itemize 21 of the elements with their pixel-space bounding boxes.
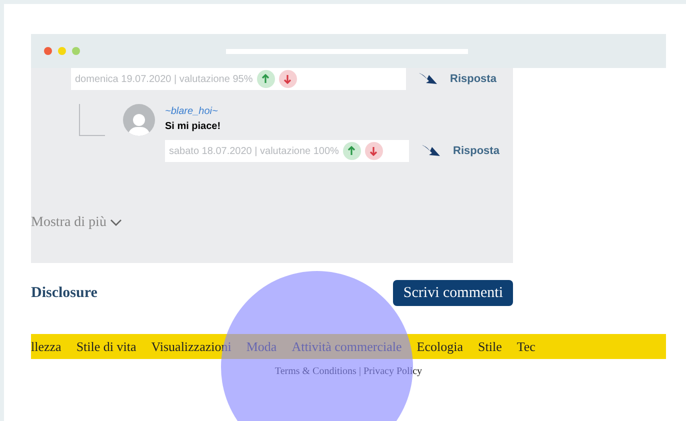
reply-arrow-icon[interactable]	[421, 144, 441, 158]
upvote-icon[interactable]	[342, 142, 361, 160]
write-comment-button[interactable]: Scrivi commenti	[393, 280, 513, 306]
downvote-icon[interactable]	[364, 142, 383, 160]
thread-connector-line	[79, 104, 105, 136]
reply-link[interactable]: Risposta	[450, 70, 496, 88]
category-link[interactable]: Tec	[516, 336, 536, 356]
downvote-icon[interactable]	[278, 70, 297, 88]
disclosure-heading: Disclosure	[31, 284, 98, 303]
category-link[interactable]: Ecologia	[416, 336, 463, 356]
chevron-down-icon[interactable]	[110, 218, 122, 226]
reply-arrow-icon[interactable]	[418, 72, 438, 86]
category-link[interactable]: Stile	[478, 336, 502, 356]
comment-text: Si mi piace!	[165, 120, 221, 134]
comment-meta: sabato 18.07.2020 | valutazione 100%	[169, 144, 339, 158]
category-link[interactable]: Stile di vita	[76, 336, 136, 356]
avatar-icon	[123, 104, 155, 136]
category-link[interactable]: llezza	[31, 336, 62, 356]
upvote-icon[interactable]	[256, 70, 275, 88]
reply-link[interactable]: Risposta	[453, 142, 500, 160]
comment-meta: domenica 19.07.2020 | valutazione 95%	[75, 72, 253, 86]
